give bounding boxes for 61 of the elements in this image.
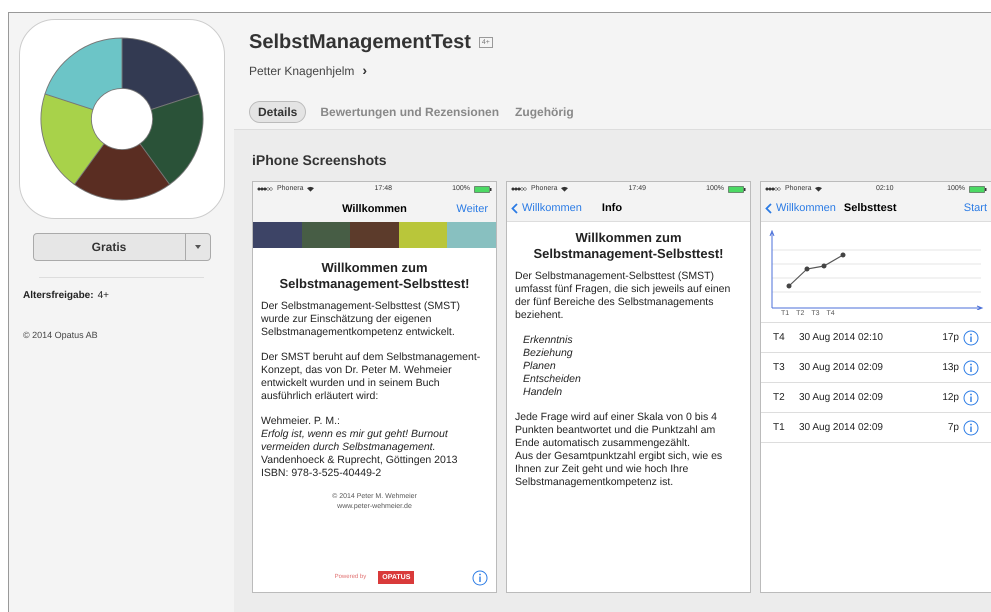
info-icon[interactable]: [472, 570, 488, 586]
area-list-item: Entscheiden: [523, 373, 582, 386]
body-paragraph: Der SMST beruht auf dem Selbstmanagement-Konzept, das von Dr. Peter M. Wehmeier entwickelt wurden und in seinem Buch ausführlich erläutert wird:: [261, 351, 482, 403]
test-row[interactable]: T4 30 Aug 2014 02:10 17p: [761, 323, 991, 353]
back-button[interactable]: Willkommen: [765, 200, 836, 217]
nav-title: Info: [602, 201, 622, 216]
age-rating-label: Altersfreigabe:: [23, 290, 94, 301]
app-title: SelbstManagementTest: [249, 30, 471, 55]
nav-title: Willkommen: [342, 202, 407, 217]
test-name: T3: [773, 361, 786, 375]
test-date: 30 Aug 2014 02:10: [799, 331, 883, 345]
wifi-icon: [561, 186, 568, 192]
info-icon[interactable]: [963, 330, 979, 346]
area-list-item: Handeln: [523, 386, 564, 399]
test-row[interactable]: T2 30 Aug 2014 02:09 12p: [761, 383, 991, 413]
caret-icon: [194, 245, 200, 249]
wifi-icon: [307, 186, 314, 192]
area-list-item: Planen: [523, 360, 557, 373]
test-points: 13p: [942, 361, 959, 375]
age-rating-value: 4+: [98, 290, 109, 301]
body-paragraph: Der Selbstmanagement-Selbsttest (SMST) wurde zur Einschätzung der eigenen Selbstmanagementkompetenz entwickelt.: [261, 300, 461, 339]
start-button[interactable]: Start: [964, 200, 987, 217]
battery-icon: [969, 186, 987, 192]
next-button[interactable]: Weiter: [456, 200, 488, 218]
welcome-heading: Willkommen zum Selbstmanagement-Selbsttest!: [278, 260, 470, 292]
test-name: T1: [773, 421, 786, 435]
back-button[interactable]: Willkommen: [511, 200, 582, 217]
info-icon[interactable]: [963, 360, 979, 376]
area-list-item: Beziehung: [523, 347, 574, 360]
test-points: 12p: [942, 391, 959, 405]
test-name: T4: [773, 331, 786, 345]
body-paragraph: Jede Frage wird auf einer Skala von 0 bis 4 Punkten beantwortet und die Punktzahl am Ende automatisch zusammengezählt.: [515, 411, 718, 450]
copyright-text: © 2014 Opatus AB: [22, 329, 98, 342]
section-title: iPhone Screenshots: [252, 151, 388, 170]
signal-icon: [257, 187, 273, 191]
battery-icon: [728, 186, 746, 192]
test-row[interactable]: T1 30 Aug 2014 02:09 7p: [761, 413, 991, 443]
nav-title: Selbsttest: [844, 201, 896, 216]
test-name: T2: [773, 391, 786, 405]
test-date: 30 Aug 2014 02:09: [799, 391, 883, 405]
test-date: 30 Aug 2014 02:09: [799, 421, 883, 435]
signal-icon: [765, 187, 781, 191]
test-points: 17p: [942, 331, 959, 345]
test-row[interactable]: T3 30 Aug 2014 02:09 13p: [761, 353, 991, 383]
developer-link[interactable]: Petter Knagenhjelm: [249, 62, 354, 80]
developer-arrow[interactable]: ›: [362, 60, 368, 81]
info-icon[interactable]: [963, 390, 979, 406]
body-paragraph: Wehmeier. P. M.: Erfolg ist, wenn es mir gut geht! Burnout vermeiden durch Selbstmanagement. Vandenhoeck & Ruprecht, Göttingen 2013 ISBN: 978-3-525-40449-2: [261, 415, 459, 480]
chevron-left-icon: [511, 203, 518, 214]
test-points: 7p: [948, 421, 959, 435]
chevron-left-icon: [765, 203, 772, 214]
area-list-item: Erkenntnis: [523, 334, 574, 347]
wifi-icon: [815, 186, 822, 192]
info-heading: Willkommen zum Selbstmanagement-Selbsttest!: [532, 230, 724, 262]
battery-icon: [474, 186, 492, 192]
body-paragraph: Aus der Gesamtpunktzahl ergibt sich, wie es Ihnen zur Zeit geht und wie hoch Ihre Selbstmanagementkompetenz ist.: [515, 450, 724, 489]
signal-icon: [511, 187, 527, 191]
test-date: 30 Aug 2014 02:09: [799, 361, 883, 375]
info-icon[interactable]: [963, 420, 979, 436]
tab[interactable]: Details: [249, 101, 306, 123]
body-paragraph: Der Selbstmanagement-Selbsttest (SMST) umfasst fünf Fragen, die sich jeweils auf einen der fünf Bereiche des Selbstmanagements beziehent.: [515, 270, 732, 322]
